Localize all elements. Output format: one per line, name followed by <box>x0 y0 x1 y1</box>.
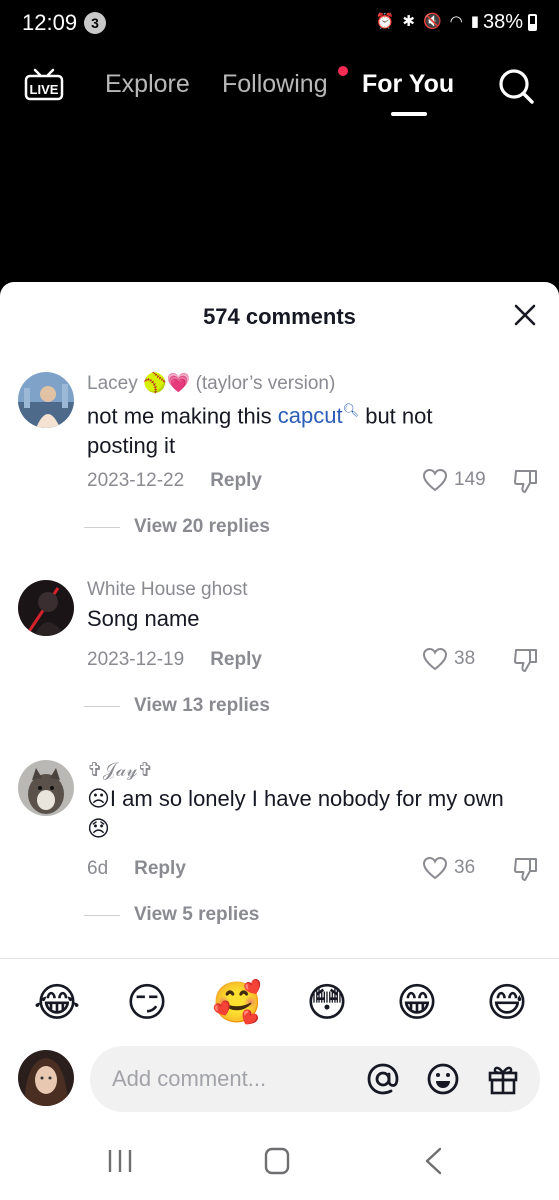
comments-count-title: 574 comments <box>203 304 356 329</box>
wifi-icon: ◠ <box>449 13 463 30</box>
emoji-icon[interactable] <box>426 1062 460 1096</box>
emoji-grin[interactable]: 😁 <box>392 978 442 1028</box>
active-tab-indicator <box>391 112 427 116</box>
svg-text:LIVE: LIVE <box>30 82 59 97</box>
comment-box <box>90 1046 540 1112</box>
emoji-sweat-smile[interactable]: 😅 <box>482 978 532 1028</box>
search-link[interactable]: capcut🔍︎ <box>278 403 359 428</box>
comment-date: 2023-12-22 <box>87 470 185 491</box>
comment-text: not me making this capcut🔍︎ but not post… <box>87 396 507 461</box>
like-count: 38 <box>454 648 476 669</box>
comment-username[interactable]: Lacey 🥎💗 (taylor’s version) <box>87 371 335 395</box>
heart-icon <box>422 856 448 880</box>
view-replies-label: View 20 replies <box>134 516 270 537</box>
at-icon[interactable] <box>366 1062 400 1096</box>
comment-meta: 6d Reply <box>87 858 186 880</box>
emoji-tears-of-joy[interactable]: 😂 <box>32 978 82 1028</box>
reply-button[interactable]: Reply <box>210 649 262 671</box>
notification-count-badge: 3 <box>84 12 106 34</box>
heart-icon <box>422 647 448 671</box>
emoji-smirk[interactable]: 😏 <box>122 978 172 1028</box>
comment-input[interactable] <box>112 1064 352 1094</box>
emoji-bar-divider <box>0 958 559 959</box>
live-icon[interactable]: LIVE <box>24 66 64 102</box>
battery-percent: 38% <box>482 11 523 33</box>
alarm-icon: ⏰ <box>375 13 395 30</box>
avatar[interactable] <box>18 580 74 636</box>
view-replies-button[interactable]: View 5 replies <box>84 904 259 926</box>
comment-meta: 2023-12-19 Reply <box>87 649 262 671</box>
gift-icon[interactable] <box>486 1062 520 1096</box>
view-replies-button[interactable]: View 13 replies <box>84 695 270 717</box>
recent-apps-icon[interactable] <box>100 1146 140 1176</box>
like-button[interactable]: 38 <box>422 647 475 671</box>
emoji-smiling-hearts[interactable]: 🥰 <box>212 978 262 1028</box>
avatar[interactable] <box>18 372 74 428</box>
avatar[interactable] <box>18 760 74 816</box>
bluetooth-icon: ✱ <box>402 13 415 30</box>
dislike-icon[interactable] <box>512 646 540 674</box>
search-icon: 🔍︎ <box>342 403 360 418</box>
comment-text: ☹I am so lonely I have nobody for my own… <box>87 786 504 841</box>
like-button[interactable]: 149 <box>422 468 486 492</box>
comment-date: 2023-12-19 <box>87 649 185 670</box>
search-link-label: capcut <box>277 403 343 429</box>
dislike-icon[interactable] <box>512 467 540 495</box>
top-nav: LIVE Explore Following For You <box>0 58 559 118</box>
comment-text: Song name <box>87 606 200 631</box>
signal-icon: ▮ <box>470 13 479 30</box>
divider-line <box>84 526 120 528</box>
mute-icon: 🔇 <box>422 13 442 30</box>
my-avatar <box>18 1050 74 1106</box>
comment-text-part: not me making this <box>87 403 278 429</box>
status-icons: ⏰ ✱ 🔇 ◠ ▮ <box>376 12 479 30</box>
back-icon[interactable] <box>414 1146 454 1176</box>
comments-sheet: 574 comments Lacey 🥎💗 (taylor’s version)… <box>0 282 559 1200</box>
system-nav-bar <box>0 1130 559 1190</box>
like-count: 36 <box>454 857 476 878</box>
tab-for-you[interactable]: For You <box>362 70 454 99</box>
status-time: 12:09 <box>22 10 78 35</box>
following-notification-dot <box>338 66 348 76</box>
status-bar: 12:09 3 ⏰ ✱ 🔇 ◠ ▮ 38% <box>0 0 559 48</box>
like-button[interactable]: 36 <box>422 856 475 880</box>
heart-icon <box>422 468 448 492</box>
comment-meta: 2023-12-22 Reply <box>87 470 262 492</box>
divider-line <box>84 705 120 707</box>
home-icon[interactable] <box>257 1146 297 1176</box>
view-replies-label: View 13 replies <box>134 695 270 716</box>
emoji-flushed[interactable]: 😳 <box>302 978 352 1028</box>
battery-icon <box>528 14 537 31</box>
comment-username[interactable]: White House ghost <box>87 579 248 601</box>
view-replies-label: View 5 replies <box>134 904 260 925</box>
comment-username[interactable]: ✞𝒥𝒶𝓎✞ <box>87 759 153 782</box>
comment-composer <box>0 1046 559 1116</box>
search-icon[interactable] <box>496 66 536 106</box>
tab-following[interactable]: Following <box>222 70 328 99</box>
like-count: 149 <box>454 469 486 490</box>
dislike-icon[interactable] <box>512 855 540 883</box>
reply-button[interactable]: Reply <box>134 858 186 880</box>
comment-date: 6d <box>87 858 109 879</box>
view-replies-button[interactable]: View 20 replies <box>84 516 270 538</box>
emoji-quick-bar: 😂 😏 🥰 😳 😁 😅 <box>0 978 559 1028</box>
close-icon[interactable] <box>512 302 538 328</box>
divider-line <box>84 914 120 916</box>
reply-button[interactable]: Reply <box>210 470 262 492</box>
tab-explore[interactable]: Explore <box>105 70 190 99</box>
